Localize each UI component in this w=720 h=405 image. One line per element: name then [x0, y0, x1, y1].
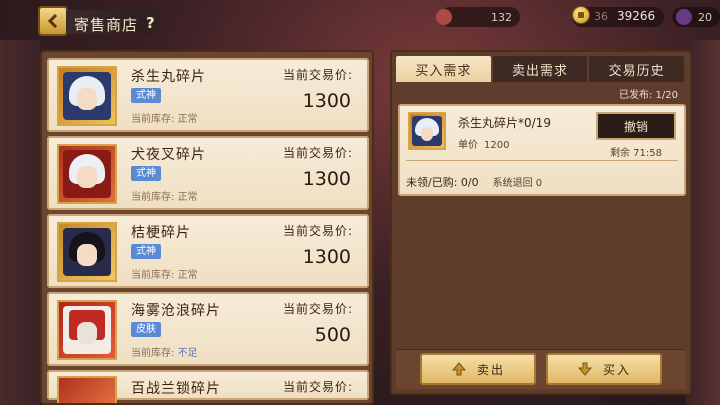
price-label: 当前交易价: — [282, 380, 353, 394]
price-label: 当前交易价: — [282, 68, 353, 82]
jade-icon — [676, 9, 692, 25]
trade-panel: 买入需求 卖出需求 交易历史 已发布: 1/20 杀生丸碎片*0/19 单价 12… — [390, 50, 692, 395]
item-price: 1300 — [302, 168, 351, 190]
item-portrait — [57, 300, 117, 360]
item-tag: 式神 — [131, 244, 161, 259]
item-stock: 当前库存: 正常 — [131, 270, 198, 281]
coin-icon — [572, 6, 590, 24]
trade-tabs: 买入需求 卖出需求 交易历史 — [396, 56, 686, 82]
price-label: 当前交易价: — [282, 302, 353, 316]
buy-request-entry: 杀生丸碎片*0/19 单价 1200 撤销 剩余 71:58 未领/已购: 0/0… — [398, 104, 686, 196]
item-portrait — [57, 222, 117, 282]
cancel-button[interactable]: 撤销 — [596, 112, 676, 140]
shop-item-card[interactable]: 杀生丸碎片 式神 当前库存: 正常 当前交易价: 1300 — [47, 58, 369, 132]
item-price: 500 — [314, 324, 351, 346]
item-portrait — [57, 66, 117, 126]
charm-icon — [436, 9, 452, 25]
sell-label: 卖出 — [476, 362, 505, 377]
back-button[interactable] — [38, 6, 68, 36]
item-name: 杀生丸碎片 — [131, 69, 206, 85]
page-title: 寄售商店 — [74, 16, 139, 34]
item-name: 百战兰锁碎片 — [131, 381, 221, 397]
tab-sell-requests[interactable]: 卖出需求 — [492, 56, 588, 82]
item-name: 海雾沧浪碎片 — [131, 303, 221, 319]
tab-buy-requests[interactable]: 买入需求 — [396, 56, 491, 82]
shop-item-card[interactable]: 犬夜叉碎片 式神 当前库存: 正常 当前交易价: 1300 — [47, 136, 369, 210]
published-count: 已发布: 1/20 — [618, 90, 678, 101]
gold-value: 39266 — [617, 9, 656, 23]
chevron-left-icon — [47, 13, 58, 29]
price-label: 当前交易价: — [282, 146, 353, 160]
shop-item-card[interactable]: 百战兰锁碎片 当前交易价: — [47, 370, 369, 403]
resource-pill-1[interactable]: 132 — [436, 7, 520, 27]
request-item-name: 杀生丸碎片*0/19 — [458, 116, 551, 130]
resource-pill-3[interactable]: 20 — [672, 7, 720, 27]
item-portrait — [57, 144, 117, 204]
sell-button[interactable]: 卖出 — [420, 353, 536, 385]
request-summary: 未领/已购: 0/0 系统退回 0 — [406, 176, 543, 189]
shop-item-card[interactable]: 桔梗碎片 式神 当前库存: 正常 当前交易价: 1300 — [47, 214, 369, 288]
item-price: 1300 — [302, 246, 351, 268]
small-count: 36 — [594, 10, 608, 23]
tab-trade-history[interactable]: 交易历史 — [589, 56, 685, 82]
resource-value-3: 20 — [698, 10, 712, 24]
divider — [406, 160, 678, 161]
request-item-portrait — [408, 112, 446, 150]
item-tag: 式神 — [131, 88, 161, 103]
item-name: 桔梗碎片 — [131, 225, 191, 241]
shop-item-list[interactable]: 杀生丸碎片 式神 当前库存: 正常 当前交易价: 1300 犬夜叉碎片 式神 当… — [40, 50, 374, 405]
item-name: 犬夜叉碎片 — [131, 147, 206, 163]
arrow-down-icon — [577, 362, 593, 376]
buy-button[interactable]: 买入 — [546, 353, 662, 385]
left-side-menu-backdrop — [0, 40, 40, 405]
resource-value-1: 132 — [491, 10, 512, 24]
price-label: 当前交易价: — [282, 224, 353, 238]
arrow-up-icon — [451, 362, 467, 376]
buy-label: 买入 — [602, 362, 631, 377]
remaining-time: 剩余 71:58 — [610, 148, 662, 159]
request-unit-price: 单价 1200 — [458, 140, 510, 151]
item-stock: 当前库存: 正常 — [131, 192, 198, 203]
item-stock: 当前库存: 正常 — [131, 114, 198, 125]
item-portrait — [57, 376, 117, 403]
item-tag: 式神 — [131, 166, 161, 181]
item-stock: 当前库存: 不足 — [131, 348, 198, 359]
item-price: 1300 — [302, 90, 351, 112]
top-bar: 寄售商店 ? 132 36 39266 20 — [0, 0, 720, 36]
help-icon[interactable]: ? — [146, 14, 160, 32]
item-tag: 皮肤 — [131, 322, 161, 337]
shop-item-card[interactable]: 海雾沧浪碎片 皮肤 当前库存: 不足 当前交易价: 500 — [47, 292, 369, 366]
